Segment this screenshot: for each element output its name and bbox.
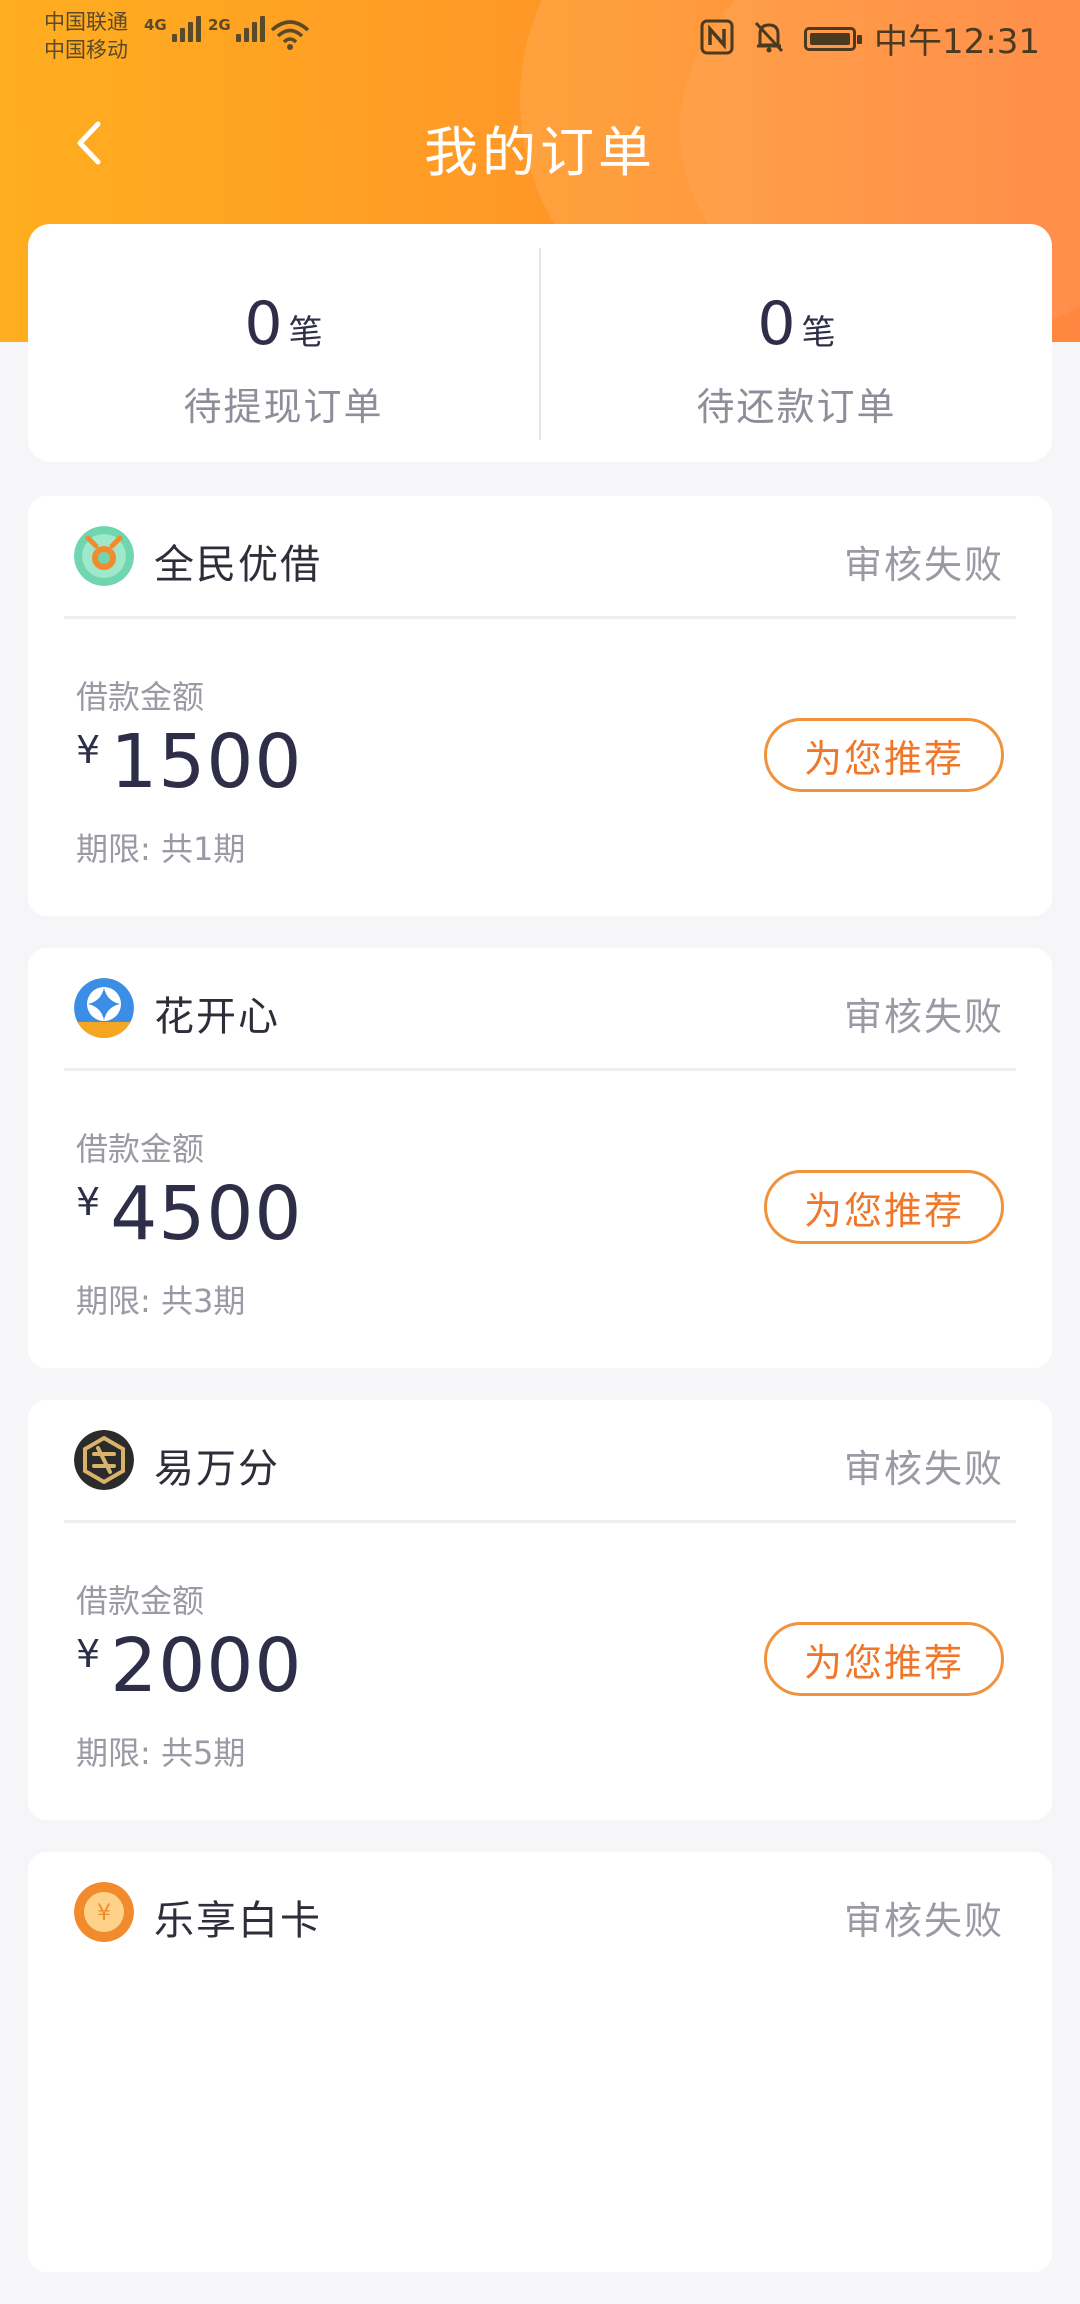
app-name: 全民优借 (154, 542, 322, 588)
battery-icon (804, 26, 863, 51)
app-logo-icon (74, 978, 134, 1038)
order-list: 全民优借 审核失败 借款金额 ¥ 1500 期限: 共1期 为您推荐 花开心 审… (28, 496, 1052, 2304)
app-logo-icon (74, 526, 134, 586)
chevron-left-icon (77, 121, 101, 165)
order-card[interactable]: 易万分 审核失败 借款金额 ¥ 2000 期限: 共5期 为您推荐 (28, 1400, 1052, 1820)
amount-label: 借款金额 (76, 1130, 205, 1168)
svg-text:¥: ¥ (97, 1901, 111, 1926)
loan-term: 期限: 共3期 (76, 1282, 246, 1320)
amount-value: 4500 (110, 1171, 303, 1257)
order-card-header: 花开心 审核失败 (28, 948, 1052, 1070)
app-logo-icon (74, 1430, 134, 1490)
pending-withdraw-unit: 笔 (288, 313, 323, 353)
pending-withdraw-label: 待提现订单 (183, 385, 384, 429)
amount-label: 借款金额 (76, 1582, 205, 1620)
order-status: 审核失败 (843, 1899, 1004, 1943)
network-type-1: 4G (144, 16, 167, 34)
bell-muted-icon (752, 19, 786, 59)
network-type-2: 2G (208, 16, 231, 34)
loan-amount: ¥ 4500 (76, 1174, 303, 1254)
order-summary-card: 0 笔 待提现订单 0 笔 待还款订单 (28, 224, 1052, 462)
app-name: 易万分 (154, 1446, 280, 1492)
signal-icon: 2G (208, 16, 265, 42)
order-status: 审核失败 (843, 543, 1004, 587)
pending-withdraw-count: 0 (244, 289, 283, 359)
pending-repay-count: 0 (757, 289, 796, 359)
page-title: 我的订单 (424, 121, 656, 184)
amount-label: 借款金额 (76, 678, 205, 716)
loan-term: 期限: 共1期 (76, 830, 246, 868)
wifi-icon (270, 18, 310, 56)
carrier-1: 中国联通 (44, 10, 128, 34)
status-bar: 中国联通 中国移动 4G 2G 中午12:31 (0, 0, 1080, 80)
amount-value: 1500 (110, 719, 303, 805)
amount-value: 2000 (110, 1623, 303, 1709)
recommend-button[interactable]: 为您推荐 (764, 718, 1004, 792)
back-button[interactable] (70, 118, 110, 168)
order-card-header: ¥ 乐享白卡 审核失败 (28, 1852, 1052, 1974)
loan-amount: ¥ 2000 (76, 1626, 303, 1706)
order-card-header: 全民优借 审核失败 (28, 496, 1052, 618)
divider (64, 1068, 1016, 1071)
nfc-icon (700, 19, 734, 59)
order-card[interactable]: ¥ 乐享白卡 审核失败 (28, 1852, 1052, 2272)
order-card[interactable]: 花开心 审核失败 借款金额 ¥ 4500 期限: 共3期 为您推荐 (28, 948, 1052, 1368)
divider (64, 616, 1016, 619)
signal-icon: 4G (144, 16, 201, 42)
pending-withdraw-summary[interactable]: 0 笔 待提现订单 (28, 224, 539, 462)
recommend-button[interactable]: 为您推荐 (764, 1622, 1004, 1696)
order-status: 审核失败 (843, 995, 1004, 1039)
loan-term: 期限: 共5期 (76, 1734, 246, 1772)
divider (64, 1520, 1016, 1523)
currency-symbol: ¥ (76, 1632, 101, 1676)
currency-symbol: ¥ (76, 728, 101, 772)
loan-amount: ¥ 1500 (76, 722, 303, 802)
order-card-header: 易万分 审核失败 (28, 1400, 1052, 1522)
carrier-names: 中国联通 中国移动 (44, 8, 128, 64)
currency-symbol: ¥ (76, 1180, 101, 1224)
carrier-2: 中国移动 (44, 38, 128, 62)
order-card[interactable]: 全民优借 审核失败 借款金额 ¥ 1500 期限: 共1期 为您推荐 (28, 496, 1052, 916)
app-logo-icon: ¥ (74, 1882, 134, 1942)
app-name: 乐享白卡 (154, 1898, 322, 1944)
pending-repay-summary[interactable]: 0 笔 待还款订单 (541, 224, 1052, 462)
clock: 中午12:31 (874, 22, 1040, 62)
pending-repay-unit: 笔 (801, 313, 836, 353)
recommend-button[interactable]: 为您推荐 (764, 1170, 1004, 1244)
order-status: 审核失败 (843, 1447, 1004, 1491)
app-name: 花开心 (154, 994, 280, 1040)
pending-repay-label: 待还款订单 (696, 385, 897, 429)
